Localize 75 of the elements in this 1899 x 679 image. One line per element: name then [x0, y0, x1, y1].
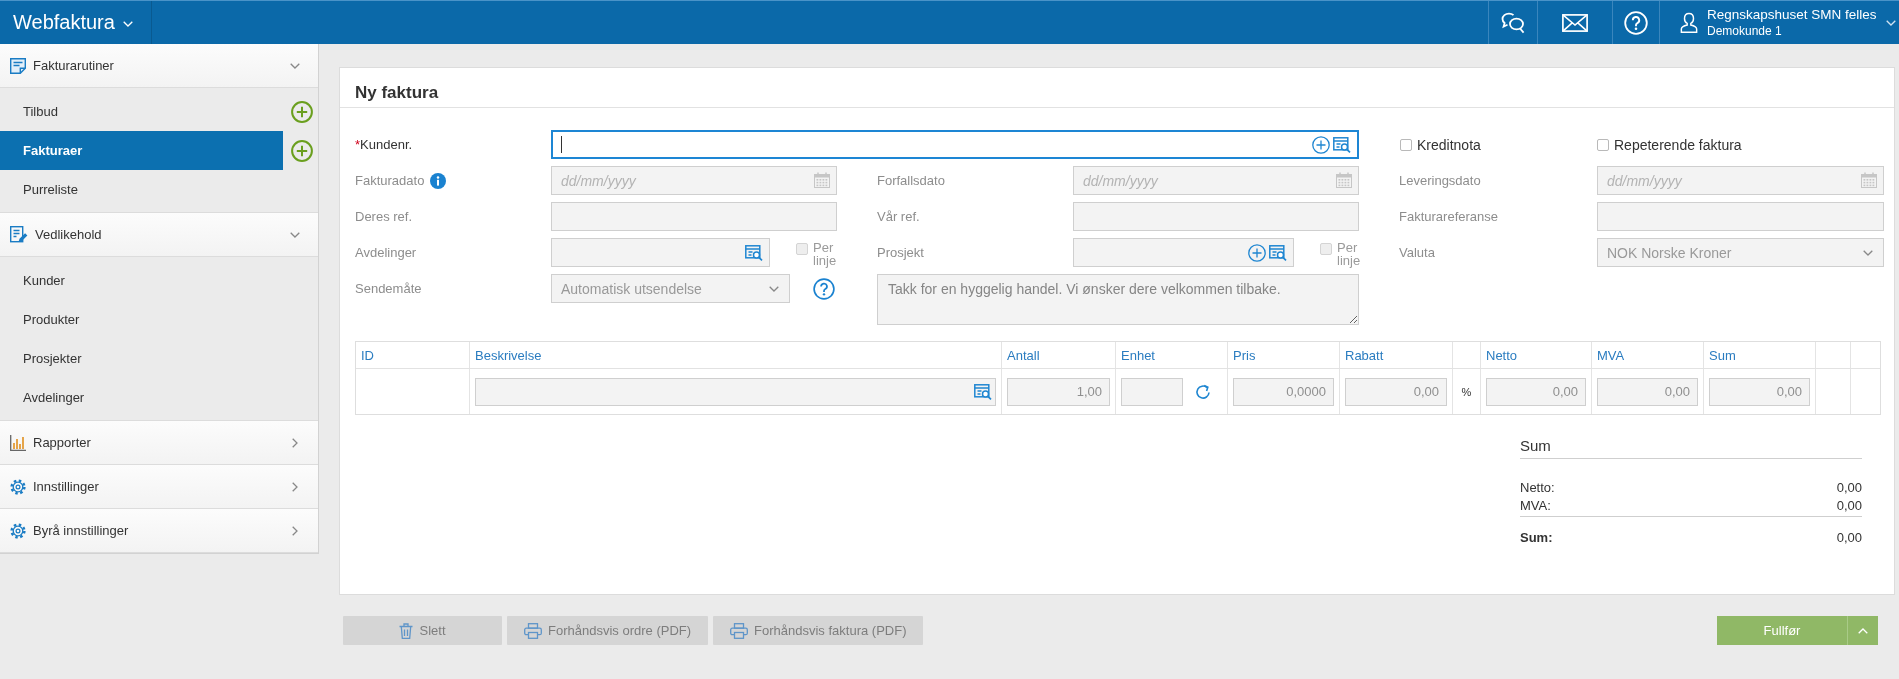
checkbox-label: Per linje	[813, 241, 838, 267]
column-header: Antall	[1002, 342, 1116, 368]
column-header: Beskrivelse	[470, 342, 1002, 368]
edit-list-icon	[10, 226, 28, 243]
sidebar-section-header[interactable]: Fakturarutiner	[0, 44, 318, 88]
field-label: Fakturadato	[355, 173, 425, 188]
document-icon	[10, 57, 26, 74]
column-header: Pris	[1228, 342, 1340, 368]
column-header: Netto	[1481, 342, 1592, 368]
chevron-down-icon	[122, 21, 133, 27]
search-list-icon[interactable]	[1333, 136, 1351, 153]
text-cursor-icon	[561, 136, 562, 153]
customer-field[interactable]	[551, 130, 1359, 159]
checkbox-label: Kreditnota	[1417, 136, 1481, 153]
field-label: Prosjekt	[877, 245, 924, 260]
calendar-icon[interactable]	[1861, 172, 1877, 188]
card-title: Ny faktura	[355, 83, 439, 102]
gear-icon	[10, 478, 26, 495]
field-label: *Kundenr.	[355, 137, 413, 152]
calendar-icon[interactable]	[1336, 172, 1352, 188]
field-label: Valuta	[1399, 245, 1435, 260]
field-label: Avdelinger	[355, 245, 417, 260]
total-label: Netto:	[1520, 479, 1555, 497]
chevron-down-icon	[1863, 249, 1873, 256]
plus-circle-icon[interactable]	[291, 100, 313, 123]
envelope-icon[interactable]	[1562, 13, 1588, 32]
printer-icon	[730, 622, 749, 639]
chat-bubbles-icon[interactable]	[1501, 11, 1525, 34]
checkbox[interactable]	[1597, 138, 1609, 151]
gear-icon	[10, 522, 26, 539]
total-value: 0,00	[1836, 529, 1862, 547]
field-label: Deres ref.	[355, 209, 413, 224]
trash-icon	[399, 622, 414, 639]
sidebar-section-header[interactable]: Rapporter	[0, 421, 318, 465]
total-label: MVA:	[1520, 497, 1551, 515]
bar-chart-icon	[10, 434, 26, 451]
sidebar-item[interactable]: Fakturaer	[0, 131, 283, 170]
sidebar-item[interactable]: Tilbud	[0, 92, 283, 131]
chevron-down-icon	[769, 285, 779, 292]
checkbox-label: Repeterende faktura	[1614, 136, 1742, 153]
column-header: Rabatt	[1340, 342, 1453, 368]
refresh-icon[interactable]	[1195, 383, 1211, 400]
column-header: Sum	[1704, 342, 1816, 368]
sidebar-item[interactable]: Kunder	[0, 261, 283, 300]
calendar-icon[interactable]	[814, 172, 830, 188]
chevron-up-icon	[1858, 627, 1868, 634]
sidebar-section-header[interactable]: Vedlikehold	[0, 213, 318, 257]
field-label: Forfallsdato	[877, 173, 945, 188]
field-label: Vår ref.	[877, 209, 920, 224]
dropdown-toggle-button[interactable]	[1847, 616, 1878, 645]
unit-label: %	[1461, 385, 1472, 398]
checkbox[interactable]	[1400, 138, 1412, 151]
sidebar-item[interactable]: Purreliste	[0, 170, 283, 209]
total-value: 0,00	[1836, 479, 1862, 497]
column-header: Enhet	[1116, 342, 1228, 368]
field-label: Fakturareferanse	[1399, 209, 1498, 224]
plus-circle-icon[interactable]	[1312, 135, 1330, 154]
totals-title: Sum	[1520, 437, 1551, 454]
plus-circle-icon[interactable]	[291, 139, 313, 162]
sidebar-section-header[interactable]: Innstillinger	[0, 465, 318, 509]
sidebar-item[interactable]: Prosjekter	[0, 339, 283, 378]
field-label: Leveringsdato	[1399, 173, 1481, 188]
user-menu-button[interactable]: Regnskapshuset SMN felles Demokunde 1	[1659, 1, 1899, 44]
sidebar-item[interactable]: Avdelinger	[0, 378, 283, 417]
field-label: Sendemåte	[355, 281, 422, 296]
total-value: 0,00	[1836, 497, 1862, 515]
sidebar-section-header[interactable]: Byrå innstillinger	[0, 509, 318, 553]
total-label: Sum:	[1520, 529, 1553, 547]
user-icon	[1680, 11, 1698, 34]
column-header: MVA	[1592, 342, 1704, 368]
column-header: ID	[356, 342, 470, 368]
checkbox-label: Per linje	[1337, 241, 1362, 267]
printer-icon	[524, 622, 542, 639]
sidebar-item[interactable]: Produkter	[0, 300, 283, 339]
chevron-down-icon	[1886, 19, 1896, 26]
